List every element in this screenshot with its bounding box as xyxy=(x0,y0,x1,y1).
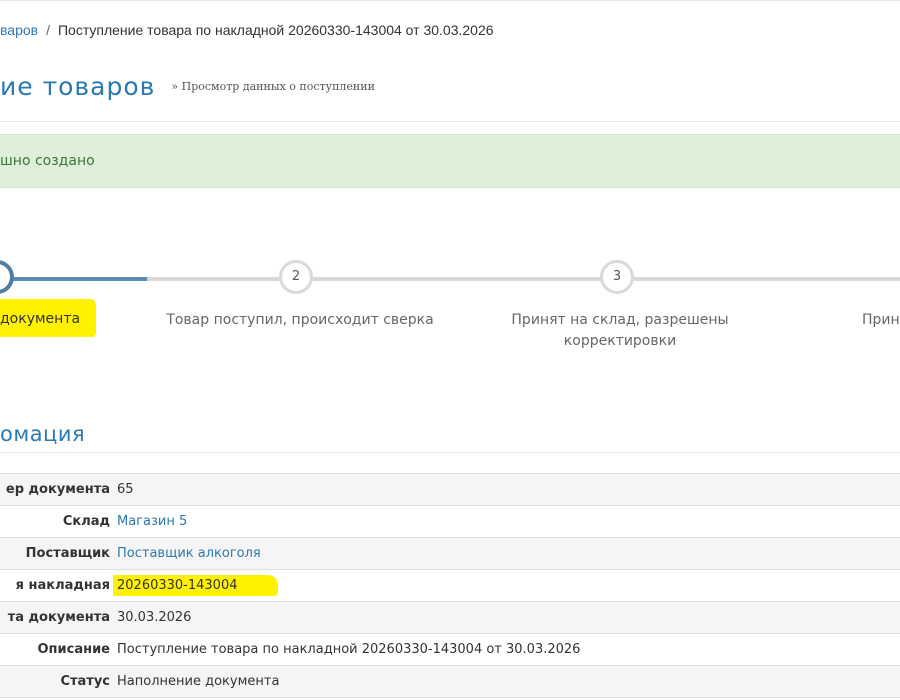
info-key: Статус xyxy=(0,665,117,698)
info-value: 65 xyxy=(117,473,900,506)
info-value: 20260330-143004 xyxy=(113,569,900,602)
info-value: 30.03.2026 xyxy=(117,601,900,634)
table-row: Склад Магазин 5 xyxy=(0,505,900,538)
section-title: омация xyxy=(0,422,86,446)
table-row: та документа 30.03.2026 xyxy=(0,601,900,634)
table-row: Поставщик Поставщик алкоголя xyxy=(0,537,900,570)
info-key: ер документа xyxy=(0,473,117,506)
warehouse-link[interactable]: Магазин 5 xyxy=(117,514,187,529)
info-value: Наполнение документа xyxy=(117,665,900,698)
step-1-circle xyxy=(0,260,14,294)
table-row: я накладная 20260330-143004 xyxy=(0,569,900,602)
info-key: Склад xyxy=(0,505,117,538)
section-divider xyxy=(0,452,900,453)
step-3-circle: 3 xyxy=(600,260,634,294)
breadcrumb: варов / Поступление товара по накладной 20… xyxy=(0,22,494,38)
step-1-label: документа xyxy=(0,311,81,327)
step-4-label: Прин xyxy=(862,312,900,328)
page-header: ие товаров » Просмотр данных о поступлени… xyxy=(0,72,375,101)
table-row: Статус Наполнение документа xyxy=(0,665,900,698)
step-1-label-wrap: документа xyxy=(0,299,96,337)
supplier-link[interactable]: Поставщик алкоголя xyxy=(117,546,261,561)
info-key: Поставщик xyxy=(0,537,117,570)
invoice-number-highlighted: 20260330-143004 xyxy=(113,575,278,596)
top-border xyxy=(0,0,900,1)
step-2-circle: 2 xyxy=(279,260,313,294)
info-key: та документа xyxy=(0,601,117,634)
info-value: Поставщик алкоголя xyxy=(117,537,900,570)
info-key: Описание xyxy=(0,633,117,666)
breadcrumb-separator: / xyxy=(46,22,50,38)
info-value: Поступление товара по накладной 20260330… xyxy=(117,633,900,666)
breadcrumb-parent-link[interactable]: варов xyxy=(0,22,38,38)
table-row: Описание Поступление товара по накладной… xyxy=(0,633,900,666)
success-alert-text: шно создано xyxy=(0,153,95,169)
table-row: ер документа 65 xyxy=(0,473,900,506)
info-key: я накладная xyxy=(0,569,117,602)
document-info-table: ер документа 65 Склад Магазин 5 Поставщи… xyxy=(0,473,900,698)
page-subtitle: » Просмотр данных о поступлении xyxy=(171,80,375,93)
info-value: Магазин 5 xyxy=(117,505,900,538)
step-3-label: Принят на склад, разрешены корректировки xyxy=(511,312,729,349)
breadcrumb-current: Поступление товара по накладной 20260330… xyxy=(57,22,494,38)
title-divider xyxy=(0,121,900,122)
stepper-progress-done xyxy=(0,277,147,281)
page-title: ие товаров xyxy=(0,72,156,101)
step-2-label: Товар поступил, происходит сверка xyxy=(166,312,434,328)
stepper-progress-remaining xyxy=(147,277,900,281)
success-alert: шно создано xyxy=(0,134,900,188)
